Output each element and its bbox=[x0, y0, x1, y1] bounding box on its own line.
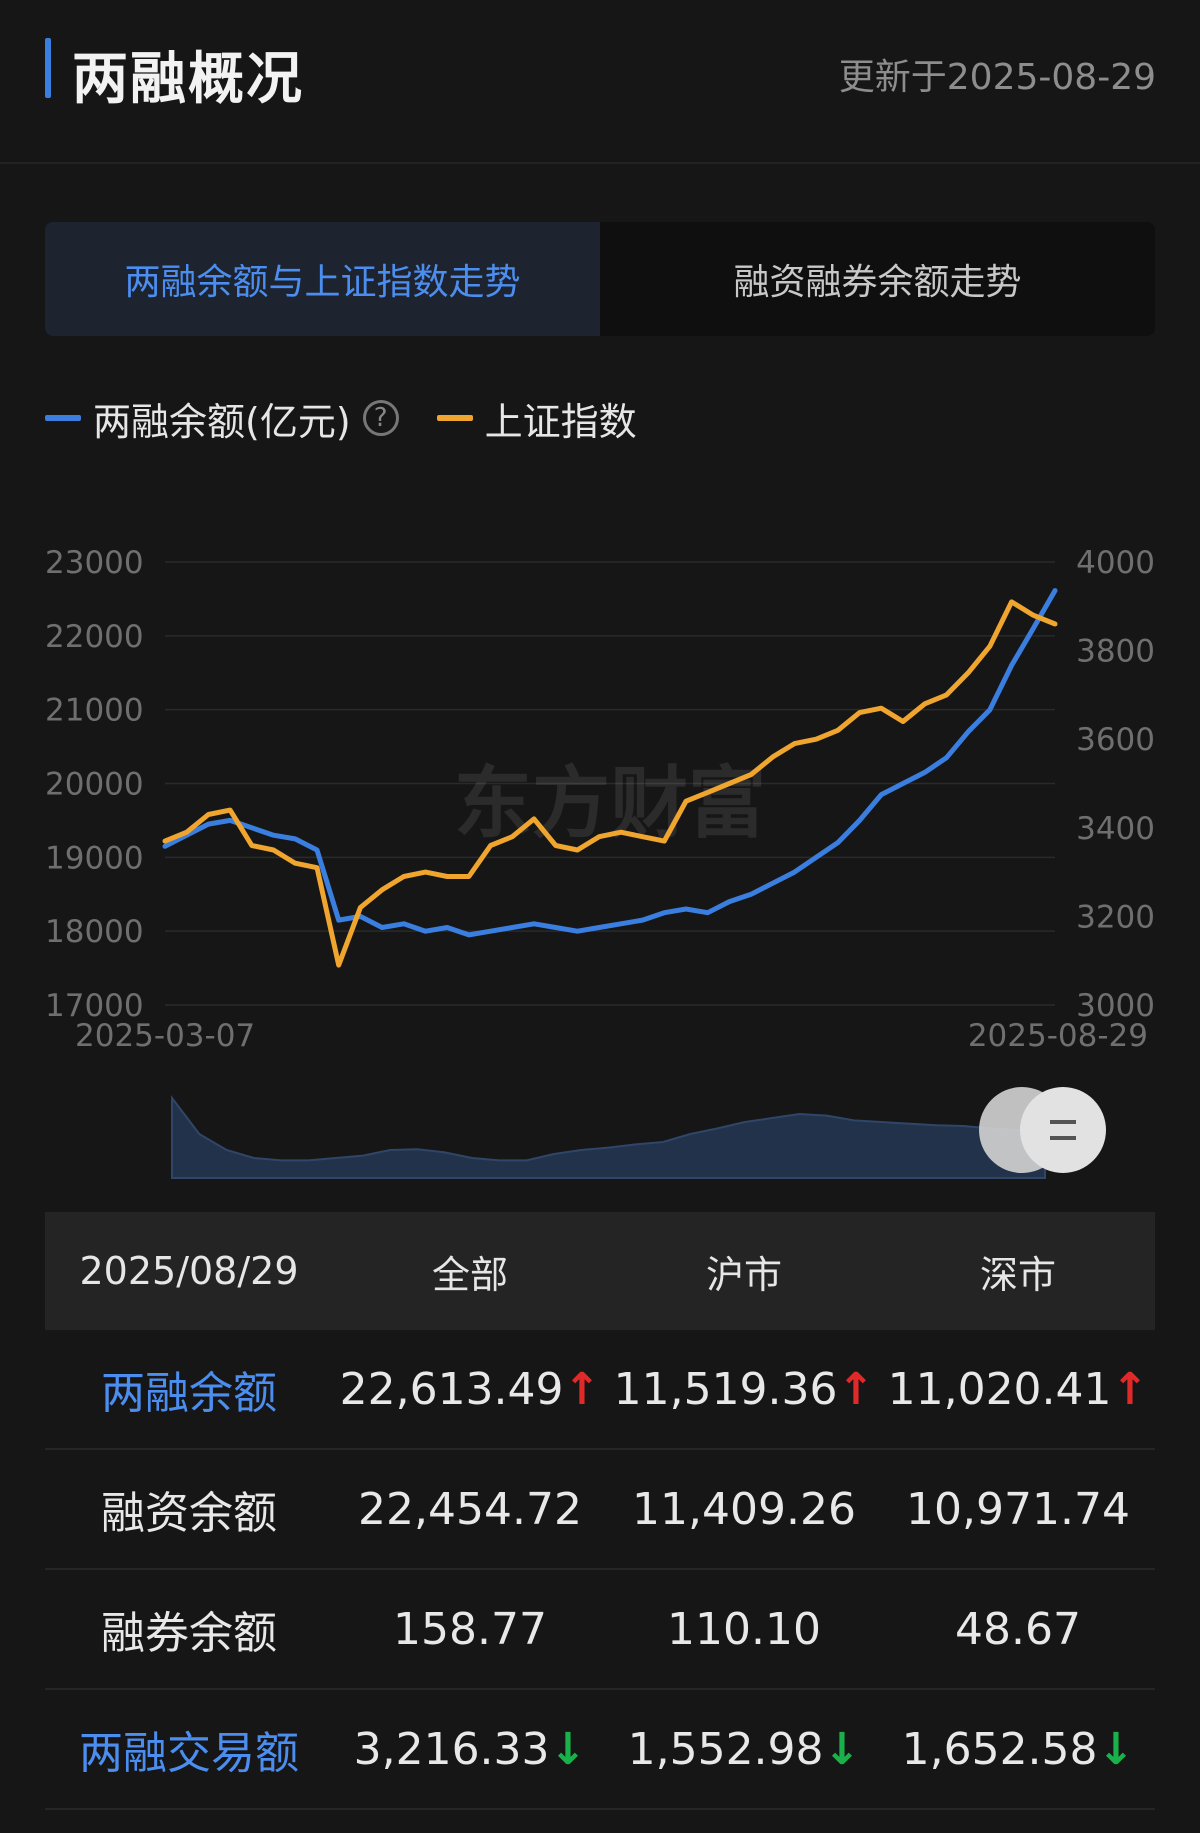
row-name[interactable]: 两融交易额 bbox=[45, 1717, 333, 1781]
title-accent-bar bbox=[45, 38, 51, 98]
legend-index-label: 上证指数 bbox=[484, 399, 637, 444]
table-header: 2025/08/29 全部 沪市 深市 bbox=[45, 1212, 1155, 1330]
row-name: 融资余额 bbox=[101, 1488, 277, 1539]
row-value: 158.77 bbox=[393, 1603, 547, 1655]
row-value: 22,454.72 bbox=[358, 1483, 582, 1535]
arrow-down-icon: ↓ bbox=[823, 1723, 861, 1775]
tab-margin-trend[interactable]: 融资融券余额走势 bbox=[600, 222, 1155, 336]
table-row[interactable]: 融券余额 158.77 110.10 48.67 bbox=[45, 1570, 1155, 1690]
row-value: 11,020.41↑ bbox=[887, 1363, 1149, 1415]
row-value: 1,552.98↓ bbox=[627, 1723, 861, 1775]
trend-chart[interactable]: 2300022000210002000019000180001700040003… bbox=[0, 530, 1200, 1190]
row-name: 融券余额 bbox=[101, 1608, 277, 1659]
y-right-tick: 3400 bbox=[1076, 811, 1155, 847]
arrow-up-icon: ↑ bbox=[1111, 1363, 1149, 1415]
y-right-tick: 3200 bbox=[1076, 899, 1155, 935]
legend-balance-swatch bbox=[45, 415, 81, 421]
y-left-tick: 22000 bbox=[45, 619, 144, 655]
header: 两融概况 更新于2025-08-29 bbox=[0, 0, 1200, 164]
y-left-tick: 19000 bbox=[45, 840, 144, 876]
y-left-tick: 18000 bbox=[45, 914, 144, 950]
row-name[interactable]: 两融余额 bbox=[45, 1357, 333, 1421]
chart-tabs: 两融余额与上证指数走势 融资融券余额走势 bbox=[45, 222, 1155, 336]
arrow-up-icon: ↑ bbox=[563, 1363, 601, 1415]
row-value: 10,971.74 bbox=[906, 1483, 1130, 1535]
row-value: 22,613.49↑ bbox=[339, 1363, 601, 1415]
table-row[interactable]: 两融余额 22,613.49↑ 11,519.36↑ 11,020.41↑ bbox=[45, 1330, 1155, 1450]
header-sh: 沪市 bbox=[705, 1252, 782, 1297]
legend-balance[interactable]: 两融余额(亿元) bbox=[45, 391, 351, 446]
header-date: 2025/08/29 bbox=[79, 1249, 299, 1293]
table-body: 两融余额 22,613.49↑ 11,519.36↑ 11,020.41↑ 融资余额 22… bbox=[45, 1330, 1155, 1810]
tab-balance-vs-index[interactable]: 两融余额与上证指数走势 bbox=[45, 222, 600, 336]
legend-balance-label: 两融余额(亿元) bbox=[93, 399, 351, 444]
table-row[interactable]: 融资余额 22,454.72 11,409.26 10,971.74 bbox=[45, 1450, 1155, 1570]
row-value: 3,216.33↓ bbox=[353, 1723, 587, 1775]
header-all: 全部 bbox=[431, 1252, 508, 1297]
y-right-tick: 3600 bbox=[1076, 722, 1155, 758]
y-left-tick: 23000 bbox=[45, 545, 144, 581]
legend-index-swatch bbox=[436, 415, 473, 421]
arrow-up-icon: ↑ bbox=[837, 1363, 875, 1415]
row-value: 11,409.26 bbox=[632, 1483, 856, 1535]
question-circle-icon[interactable]: ? bbox=[362, 400, 399, 436]
y-right-tick: 3800 bbox=[1076, 634, 1155, 670]
header-sz: 深市 bbox=[979, 1252, 1056, 1297]
legend-index[interactable]: 上证指数 bbox=[436, 391, 637, 446]
row-value: 48.67 bbox=[955, 1603, 1081, 1655]
y-right-tick: 4000 bbox=[1076, 545, 1155, 581]
arrow-down-icon: ↓ bbox=[549, 1723, 587, 1775]
overview-area bbox=[171, 1095, 1046, 1179]
y-left-tick: 20000 bbox=[45, 767, 144, 803]
arrow-down-icon: ↓ bbox=[1097, 1723, 1135, 1775]
table-row[interactable]: 两融交易额 3,216.33↓ 1,552.98↓ 1,652.58↓ bbox=[45, 1690, 1155, 1810]
row-value: 11,519.36↑ bbox=[613, 1363, 875, 1415]
x-end-label: 2025-08-29 bbox=[968, 1018, 1148, 1054]
update-time: 更新于2025-08-29 bbox=[838, 57, 1156, 98]
y-left-tick: 21000 bbox=[45, 693, 144, 729]
range-handle-right[interactable] bbox=[1020, 1087, 1106, 1173]
chart-legend: 两融余额(亿元) ? 上证指数 bbox=[45, 390, 637, 446]
row-value: 110.10 bbox=[667, 1603, 821, 1655]
x-start-label: 2025-03-07 bbox=[75, 1018, 255, 1054]
page-title: 两融概况 bbox=[72, 47, 304, 112]
margin-table: 2025/08/29 全部 沪市 深市 两融余额 22,613.49↑ 11,519… bbox=[45, 1212, 1155, 1810]
row-value: 1,652.58↓ bbox=[901, 1723, 1135, 1775]
